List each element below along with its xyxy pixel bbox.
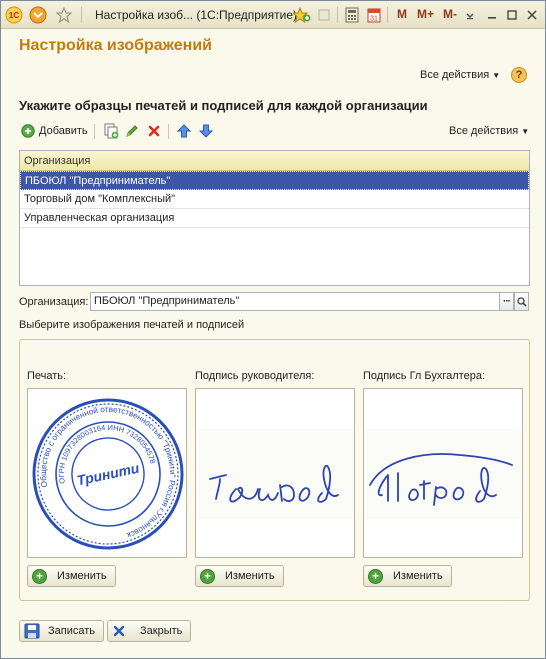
form-title: Настройка изображений	[19, 37, 213, 54]
save-button-label: Записать	[48, 625, 96, 637]
pencil-icon	[126, 125, 138, 137]
signature-director-icon	[196, 429, 354, 519]
stamp-image[interactable]: Общество с ограниченной ответственностью…	[27, 388, 187, 558]
close-button[interactable]: Закрыть	[107, 620, 192, 642]
svg-text:1С: 1С	[9, 11, 19, 20]
form-subtitle: Укажите образцы печатей и подписей для к…	[19, 98, 428, 113]
form-all-actions-menu[interactable]: Все действия ▼	[420, 69, 500, 81]
copy-icon	[104, 123, 119, 139]
all-actions-label: Все действия	[449, 125, 519, 137]
move-down-button[interactable]	[199, 123, 213, 139]
change-button-label: Изменить	[225, 570, 275, 582]
change-stamp-button[interactable]: + Изменить	[27, 565, 116, 587]
images-section-label: Выберите изображения печатей и подписей	[19, 319, 245, 331]
delete-x-icon	[148, 125, 160, 137]
add-button-label: Добавить	[39, 125, 88, 137]
open-button[interactable]	[514, 292, 529, 311]
table-toolbar: Добавить Все действия ▼	[19, 121, 529, 141]
table-row[interactable]: Торговый дом "Комплексный"	[20, 190, 529, 209]
link-icon[interactable]	[315, 6, 333, 24]
add-button[interactable]: Добавить	[21, 123, 88, 139]
all-actions-label: Все действия	[420, 69, 490, 81]
move-up-button[interactable]	[177, 123, 191, 139]
accountant-signature-image[interactable]	[363, 388, 523, 558]
arrow-down-icon	[199, 124, 213, 138]
copy-button[interactable]	[103, 123, 119, 139]
app-logo-icon[interactable]: 1С	[5, 6, 23, 24]
stamp-label: Печать:	[27, 370, 67, 382]
change-accountant-signature-button[interactable]: + Изменить	[363, 565, 452, 587]
plus-circle-icon: +	[32, 568, 47, 584]
favorites-star-icon[interactable]	[55, 6, 73, 24]
save-button[interactable]: Записать	[19, 620, 105, 642]
organization-input[interactable]: ПБОЮЛ "Предприниматель"	[90, 292, 500, 311]
toolbar-separator	[168, 124, 169, 139]
calendar-icon[interactable]: 31	[365, 6, 383, 24]
director-signature-label: Подпись руководителя:	[195, 370, 315, 382]
help-button[interactable]: ?	[511, 67, 527, 83]
close-icon[interactable]	[523, 6, 541, 24]
stamp-center-text: Тринити	[75, 460, 141, 489]
close-x-icon	[113, 625, 125, 637]
stamp-seal-icon: Общество с ограниченной ответственностью…	[28, 392, 186, 555]
edit-button[interactable]	[125, 123, 139, 139]
svg-text:31: 31	[370, 16, 378, 23]
accountant-signature-label: Подпись Гл Бухгалтера:	[363, 370, 486, 382]
minimize-icon[interactable]	[483, 6, 501, 24]
plus-circle-icon: +	[200, 568, 215, 584]
ellipsis-icon: ···	[503, 296, 511, 307]
table-row[interactable]: ПБОЮЛ "Предприниматель"	[20, 171, 529, 190]
toolbar-separator	[94, 124, 95, 139]
column-header-organization[interactable]: Организация	[20, 151, 529, 171]
change-director-signature-button[interactable]: + Изменить	[195, 565, 284, 587]
organization-label: Организация:	[19, 296, 89, 308]
delete-button[interactable]	[147, 123, 161, 139]
app-window: 1С Настройка изоб... (1С:Предприятие) 31…	[0, 0, 546, 659]
images-group: Печать: Подпись руководителя: Подпись Гл…	[19, 339, 530, 601]
table-all-actions-menu[interactable]: Все действия ▼	[449, 125, 529, 137]
director-signature-image[interactable]	[195, 388, 355, 558]
caret-down-icon: ▼	[492, 71, 501, 80]
add-favorite-icon[interactable]	[293, 6, 311, 24]
organizations-table[interactable]: Организация ПБОЮЛ "Предприниматель" Торг…	[19, 150, 530, 286]
title-bar: 1С Настройка изоб... (1С:Предприятие) 31…	[1, 1, 545, 29]
arrow-up-icon	[177, 124, 191, 138]
change-button-label: Изменить	[57, 570, 107, 582]
close-button-label: Закрыть	[140, 625, 183, 637]
change-button-label: Изменить	[393, 570, 443, 582]
title-separator	[337, 7, 338, 23]
floppy-disk-icon	[24, 623, 40, 639]
main-menu-icon[interactable]	[29, 6, 47, 24]
table-row[interactable]: Управленческая организация	[20, 209, 529, 228]
maximize-icon[interactable]	[503, 6, 521, 24]
memory-minus-button[interactable]: M-	[443, 7, 457, 21]
window-title: Настройка изоб... (1С:Предприятие)	[95, 8, 297, 22]
title-separator	[81, 7, 82, 23]
caret-down-icon: ▼	[521, 127, 530, 136]
magnifier-icon	[516, 296, 527, 307]
signature-accountant-icon	[364, 429, 522, 519]
memory-button[interactable]: M	[397, 7, 407, 21]
title-separator	[387, 7, 388, 23]
chevron-down-icon[interactable]	[461, 6, 479, 24]
add-circle-icon	[21, 124, 35, 138]
calculator-icon[interactable]	[343, 6, 361, 24]
memory-plus-button[interactable]: M+	[417, 7, 434, 21]
plus-circle-icon: +	[368, 568, 383, 584]
select-button[interactable]: ···	[499, 292, 514, 311]
